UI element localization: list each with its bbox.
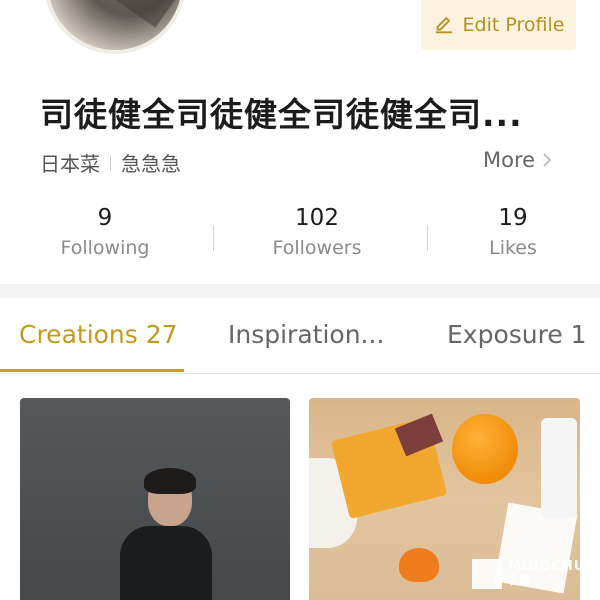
- tab-creations[interactable]: Creations 27: [19, 320, 178, 349]
- stat-following[interactable]: 9 Following: [25, 205, 185, 259]
- photo-person-body: [120, 526, 212, 600]
- watermark-en: MINGCHU: [508, 559, 586, 574]
- stat-followers[interactable]: 102 Followers: [237, 205, 397, 259]
- watermark: MINGCHU 名厨: [472, 559, 585, 589]
- stat-label: Following: [60, 237, 150, 259]
- tag-item: 日本菜: [40, 152, 100, 176]
- photo-bottle: [541, 418, 577, 518]
- pencil-icon: [435, 17, 452, 34]
- tab-inspiration[interactable]: Inspiration...: [228, 320, 384, 349]
- watermark-zh: 名厨: [508, 574, 530, 587]
- more-button[interactable]: More: [483, 148, 553, 172]
- avatar-shade: [106, 0, 182, 28]
- stat-likes[interactable]: 19 Likes: [433, 205, 593, 259]
- stats-bar: 9 Following 102 Followers 19 Likes: [0, 205, 600, 275]
- creation-card[interactable]: [20, 398, 290, 600]
- chevron-right-icon: [543, 153, 552, 167]
- photo-orange-dome: [399, 548, 439, 582]
- edit-profile-label: Edit Profile: [462, 14, 565, 36]
- stat-count: 9: [97, 205, 113, 231]
- profile-tags: 日本菜 急急急: [40, 148, 181, 177]
- stat-divider: [427, 225, 428, 251]
- photo-orange: [452, 414, 518, 484]
- avatar[interactable]: [44, 0, 186, 54]
- photo-person-hair: [144, 468, 196, 494]
- tag-divider: [110, 154, 111, 171]
- tag-item: 急急急: [121, 152, 181, 176]
- active-tab-indicator: [0, 369, 184, 372]
- stat-count: 102: [295, 205, 339, 231]
- tab-exposure[interactable]: Exposure 1: [447, 320, 587, 349]
- profile-name: 司徒健全司徒健全司徒健全司...: [40, 95, 523, 134]
- stat-label: Followers: [272, 237, 362, 259]
- watermark-logo-icon: [472, 559, 502, 589]
- more-label: More: [483, 148, 536, 172]
- stat-divider: [213, 225, 214, 251]
- stat-count: 19: [498, 205, 528, 231]
- edit-profile-button[interactable]: Edit Profile: [421, 0, 576, 50]
- stat-label: Likes: [489, 237, 537, 259]
- content-tabs: Creations 27 Inspiration... Exposure 1: [0, 298, 600, 374]
- section-divider: [0, 284, 600, 298]
